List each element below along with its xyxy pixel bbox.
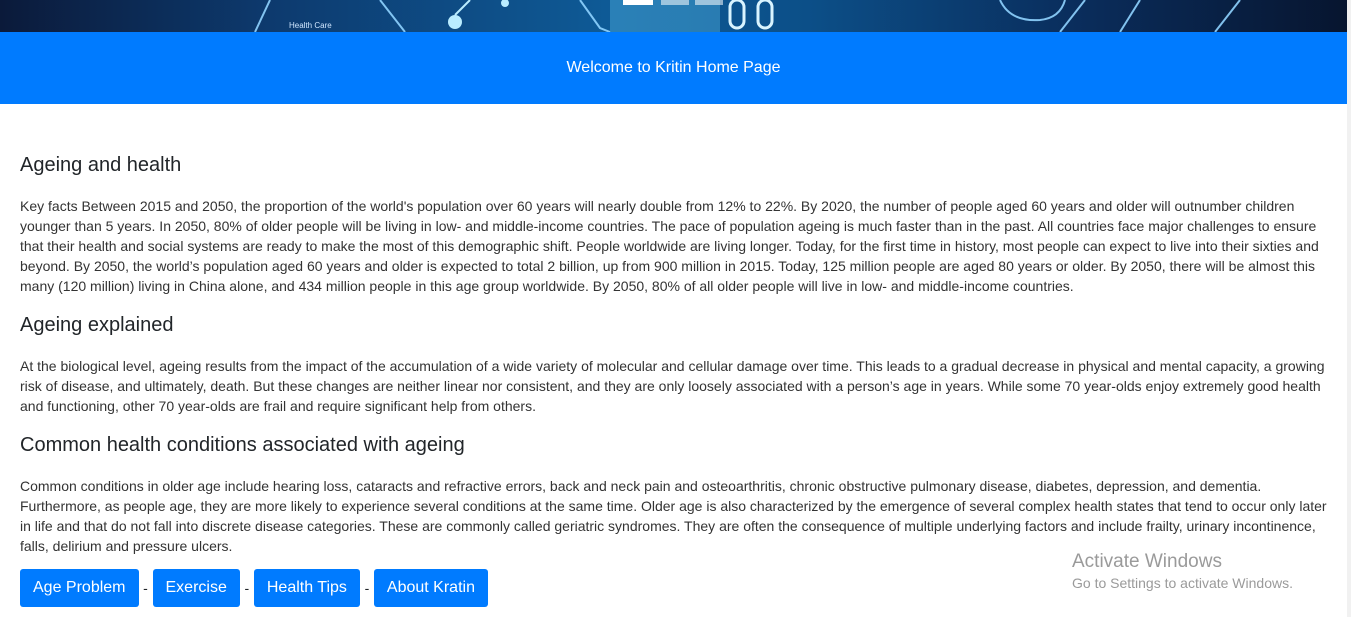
welcome-header: Welcome to Kritin Home Page [0, 32, 1347, 104]
nav-separator: - [364, 580, 370, 596]
section-body-ageing-explained: At the biological level, ageing results … [20, 358, 1325, 414]
section-title-common-conditions: Common health conditions associated with… [20, 434, 465, 456]
carousel-indicator-1[interactable] [623, 0, 653, 5]
health-tips-button[interactable]: Health Tips [253, 569, 360, 607]
carousel-indicator-2[interactable] [661, 0, 689, 5]
bottom-nav: Age Problem - Exercise - Health Tips - A… [20, 569, 488, 607]
exercise-button[interactable]: Exercise [152, 569, 240, 607]
nav-separator: - [244, 580, 250, 596]
section-body-common-conditions: Common conditions in older age include h… [20, 478, 1327, 554]
watermark-title: Activate Windows [1072, 551, 1222, 572]
age-problem-button[interactable]: Age Problem [20, 569, 139, 607]
about-kratin-button[interactable]: About Kratin [373, 569, 488, 607]
nav-separator: - [143, 580, 148, 596]
banner-caption: Health Care [289, 21, 332, 30]
section-body-ageing-and-health: Key facts Between 2015 and 2050, the pro… [20, 198, 1319, 294]
header-banner-image: Health Care [0, 0, 1347, 32]
welcome-title: Welcome to Kritin Home Page [566, 59, 781, 76]
carousel-indicator-3[interactable] [695, 0, 723, 5]
activate-windows-watermark: Activate Windows Go to Settings to activ… [1072, 551, 1293, 591]
watermark-subtitle: Go to Settings to activate Windows. [1072, 575, 1293, 591]
section-title-ageing-explained: Ageing explained [20, 314, 174, 336]
section-title-ageing-and-health: Ageing and health [20, 154, 182, 176]
page-scroll-edge [1347, 0, 1351, 617]
